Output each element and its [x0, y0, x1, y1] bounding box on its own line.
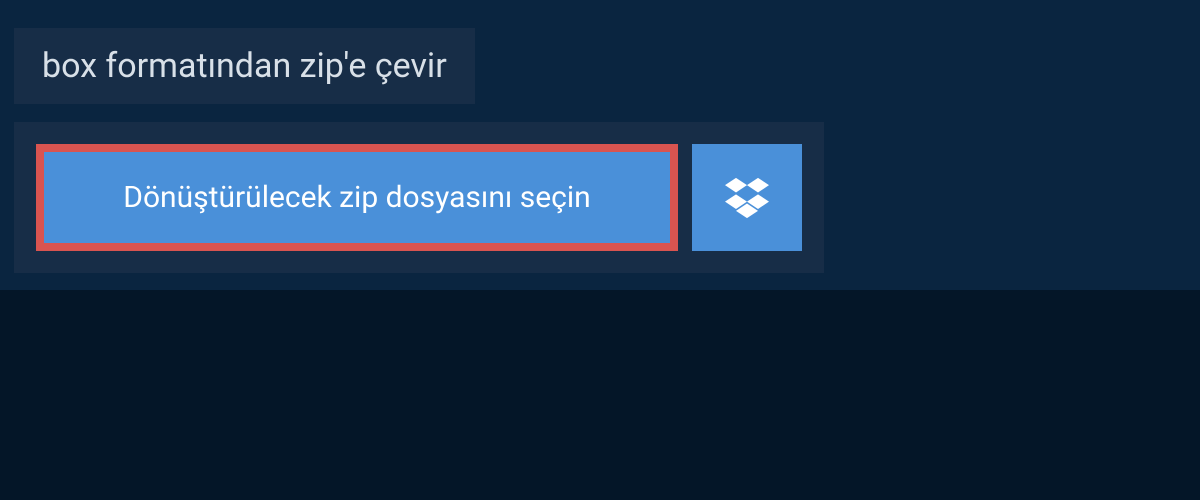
title-bar: box formatından zip'e çevir: [14, 28, 475, 104]
page-title: box formatından zip'e çevir: [42, 46, 447, 86]
dropbox-icon: [725, 176, 769, 220]
select-file-button[interactable]: Dönüştürülecek zip dosyasını seçin: [36, 144, 678, 251]
upload-section: Dönüştürülecek zip dosyasını seçin: [14, 122, 824, 273]
dropbox-button[interactable]: [692, 144, 802, 251]
select-file-label: Dönüştürülecek zip dosyasını seçin: [123, 180, 590, 215]
background-panel: [0, 290, 1200, 500]
